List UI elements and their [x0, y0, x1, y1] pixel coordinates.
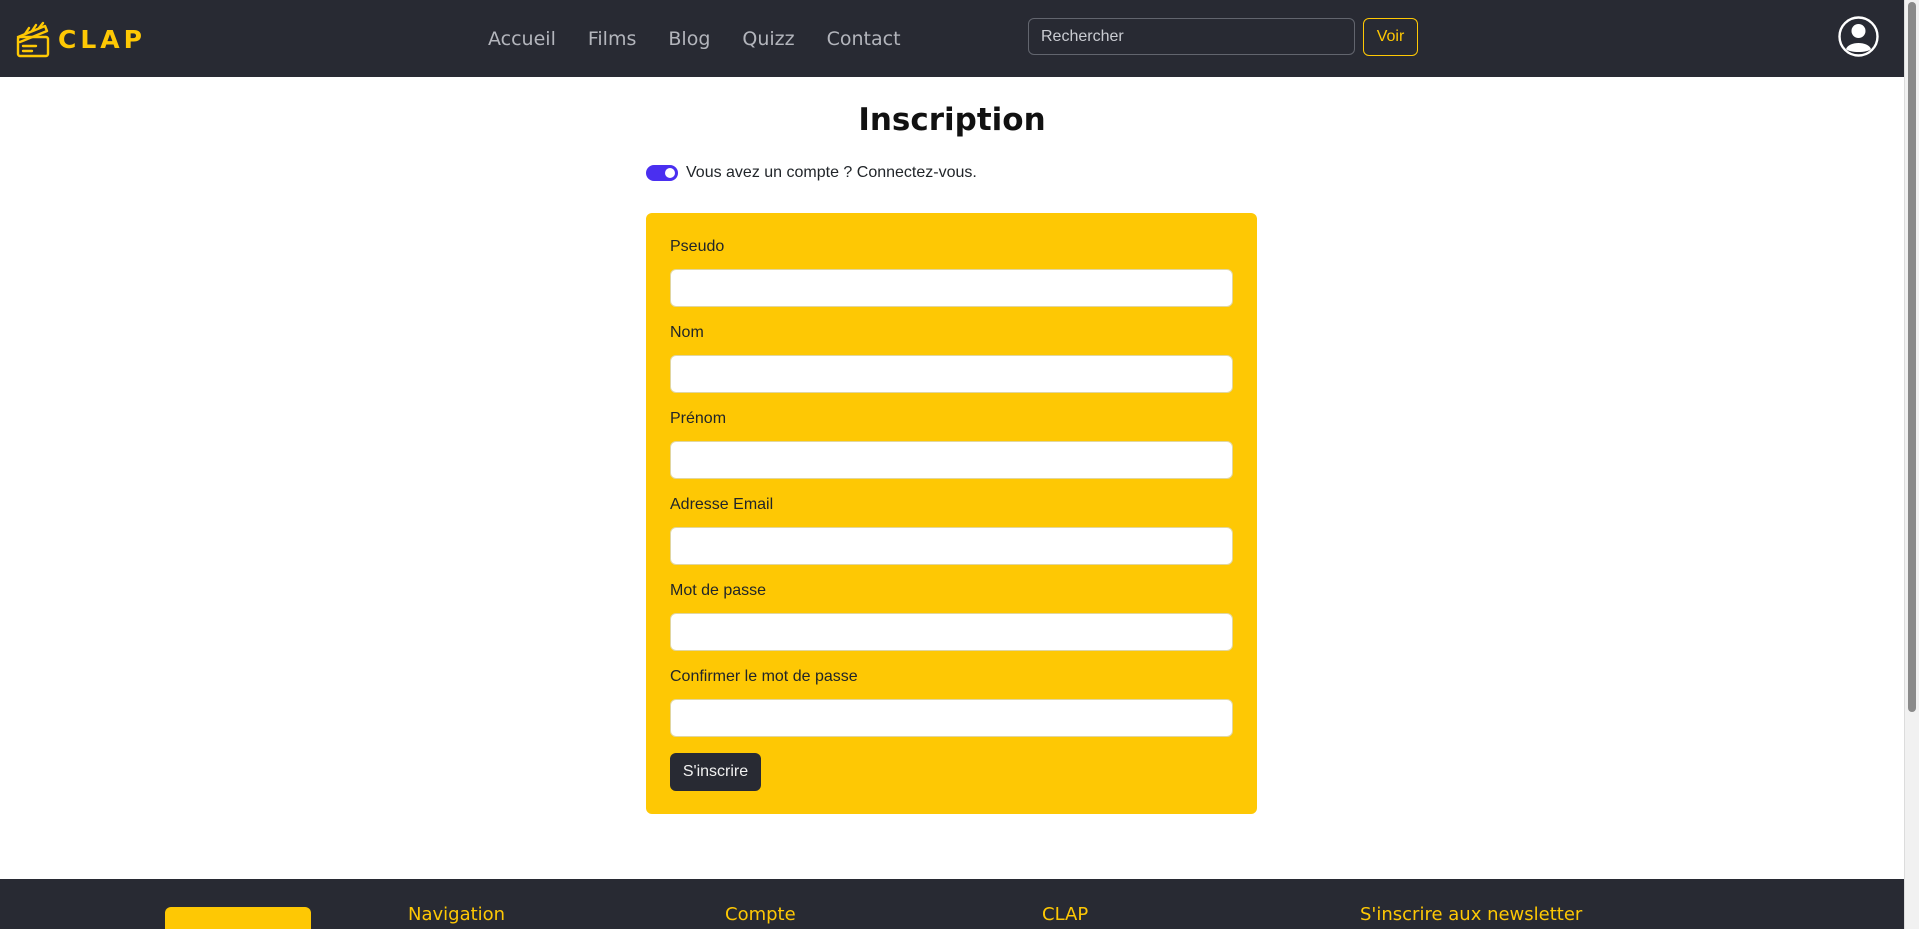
pseudo-input[interactable]	[670, 269, 1233, 307]
signup-submit-button[interactable]: S'inscrire	[670, 753, 761, 791]
login-toggle-label[interactable]: Vous avez un compte ? Connectez-vous.	[686, 164, 977, 182]
footer-logo-box	[165, 907, 311, 929]
footer-heading-newsletter: S'inscrire aux newsletter	[1360, 904, 1583, 925]
nav-films[interactable]: Films	[572, 26, 653, 52]
footer-heading-clap: CLAP	[1042, 904, 1089, 925]
password-input[interactable]	[670, 613, 1233, 651]
main-nav: Accueil Films Blog Quizz Contact	[472, 26, 917, 52]
pseudo-label: Pseudo	[670, 238, 725, 255]
footer-heading-navigation: Navigation	[408, 904, 506, 925]
scrollbar-thumb[interactable]	[1908, 2, 1916, 712]
signup-form: Pseudo Nom Prénom Adresse Email Mot de p…	[646, 213, 1257, 814]
login-toggle-switch[interactable]	[646, 165, 678, 181]
confirm-password-input[interactable]	[670, 699, 1233, 737]
brand-link[interactable]: CLAP	[16, 20, 146, 58]
page-title: Inscription	[858, 102, 1046, 138]
nom-label: Nom	[670, 324, 704, 341]
confirm-password-label: Confirmer le mot de passe	[670, 668, 858, 685]
search-input[interactable]	[1028, 18, 1355, 55]
search-button[interactable]: Voir	[1363, 18, 1418, 56]
page-scrollbar[interactable]	[1904, 0, 1919, 929]
clapperboard-icon	[16, 21, 50, 58]
brand-name: CLAP	[58, 24, 146, 54]
nav-contact[interactable]: Contact	[811, 26, 917, 52]
email-label: Adresse Email	[670, 496, 774, 513]
nom-input[interactable]	[670, 355, 1233, 393]
nav-blog[interactable]: Blog	[652, 26, 726, 52]
prenom-label: Prénom	[670, 410, 727, 427]
footer-heading-compte: Compte	[725, 904, 796, 925]
email-input[interactable]	[670, 527, 1233, 565]
footer: Navigation Compte CLAP S'inscrire aux ne…	[0, 879, 1904, 929]
prenom-input[interactable]	[670, 441, 1233, 479]
nav-accueil[interactable]: Accueil	[472, 26, 572, 52]
login-toggle-row: Vous avez un compte ? Connectez-vous.	[646, 164, 977, 182]
password-label: Mot de passe	[670, 582, 767, 599]
navbar: CLAP Accueil Films Blog Quizz Contact Vo…	[0, 0, 1904, 77]
user-circle-icon[interactable]	[1838, 16, 1879, 57]
nav-quizz[interactable]: Quizz	[726, 26, 810, 52]
